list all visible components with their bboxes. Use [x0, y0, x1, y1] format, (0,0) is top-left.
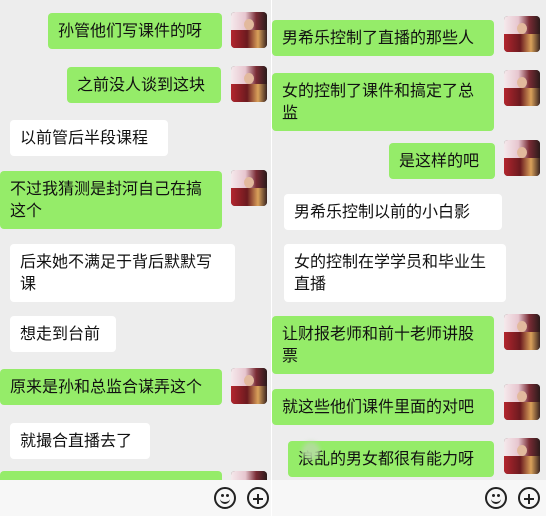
smiley-icon[interactable] [214, 487, 236, 509]
message-bubble-out[interactable]: 孙管他们写课件的呀 [48, 13, 222, 49]
message-bubble-in[interactable]: 后来她不满足于背后默默写课 [10, 244, 235, 302]
message-text: 女的控制在学学员和毕业生直播 [294, 252, 487, 293]
plus-circle-icon[interactable] [518, 487, 540, 509]
message-bubble-out[interactable]: 不过我猜测是封河自己在搞这个 [0, 171, 222, 229]
smiley-icon[interactable] [485, 487, 507, 509]
avatar[interactable] [504, 438, 540, 474]
avatar[interactable] [504, 314, 540, 350]
message-text: 之前没人谈到这块 [77, 75, 206, 94]
message-text: 男希乐控制以前的小白影 [294, 202, 471, 221]
message-bubble-in[interactable]: 男希乐控制以前的小白影 [284, 194, 502, 230]
avatar[interactable] [504, 70, 540, 106]
chat-screenshot-composite: 孙管他们写课件的呀 之前没人谈到这块 以前管后半段课程 不过我猜测是封河自己在搞… [0, 0, 546, 516]
message-bubble-in[interactable]: 想走到台前 [10, 316, 116, 352]
input-bar [272, 480, 546, 516]
message-bubble-in[interactable]: 女的控制在学学员和毕业生直播 [284, 244, 506, 302]
avatar[interactable] [504, 384, 540, 420]
message-text: 是这样的吧 [399, 151, 480, 170]
message-text: 原来是孙和总监合谋弄这个 [10, 377, 203, 396]
plus-circle-icon[interactable] [247, 487, 269, 509]
message-text: 以前管后半段课程 [20, 128, 149, 147]
avatar[interactable] [231, 66, 267, 102]
message-bubble-out[interactable]: 是这样的吧 [389, 143, 495, 179]
avatar[interactable] [504, 140, 540, 176]
right-chat-panel: 男希乐控制了直播的那些人 女的控制了课件和搞定了总监 是这样的吧 男希乐控制以前… [272, 0, 546, 516]
message-bubble-out[interactable]: 原来是孙和总监合谋弄这个 [0, 369, 222, 405]
message-bubble-in[interactable]: 以前管后半段课程 [10, 120, 168, 156]
message-bubble-out[interactable]: 男希乐控制了直播的那些人 [272, 20, 494, 56]
message-text: 就撮合直播去了 [20, 431, 133, 450]
message-text: 后来她不满足于背后默默写课 [20, 252, 213, 293]
avatar[interactable] [231, 12, 267, 48]
input-bar [0, 480, 271, 516]
message-bubble-out[interactable]: 之前没人谈到这块 [67, 67, 221, 103]
message-text: 不过我猜测是封河自己在搞这个 [10, 179, 203, 220]
message-bubble-in[interactable]: 就撮合直播去了 [10, 423, 150, 459]
message-text: 就这些他们课件里面的对吧 [282, 397, 475, 416]
message-text: 男希乐控制了直播的那些人 [282, 28, 475, 47]
avatar[interactable] [231, 170, 267, 206]
message-bubble-out[interactable]: 就这些他们课件里面的对吧 [272, 389, 494, 425]
avatar[interactable] [504, 16, 540, 52]
blur-mask [302, 442, 320, 460]
message-bubble-out[interactable]: 女的控制了课件和搞定了总监 [272, 73, 494, 131]
message-text: 浪乱的男女都很有能力呀 [298, 449, 475, 468]
message-text: 想走到台前 [20, 324, 101, 343]
message-text: 孙管他们写课件的呀 [58, 21, 203, 40]
message-bubble-out[interactable]: 让财报老师和前十老师讲股票 [272, 316, 494, 374]
left-chat-panel: 孙管他们写课件的呀 之前没人谈到这块 以前管后半段课程 不过我猜测是封河自己在搞… [0, 0, 271, 516]
avatar[interactable] [231, 368, 267, 404]
message-text: 女的控制了课件和搞定了总监 [282, 81, 475, 122]
message-text: 让财报老师和前十老师讲股票 [282, 324, 475, 365]
